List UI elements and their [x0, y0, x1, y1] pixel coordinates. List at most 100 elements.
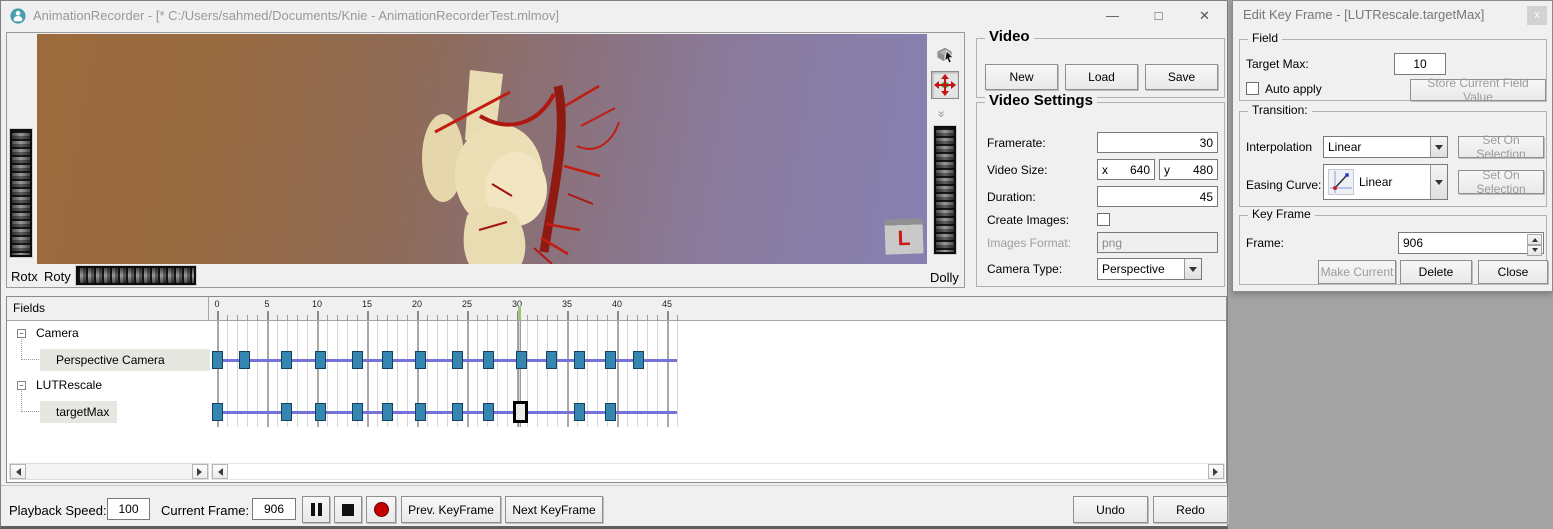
timeline-ruler[interactable]: 051015202530354045 [209, 297, 1226, 321]
framerate-input[interactable]: 30 [1097, 132, 1218, 153]
chevron-down-icon[interactable] [1184, 259, 1201, 279]
keyframe[interactable] [633, 351, 644, 369]
keyframe[interactable] [415, 351, 426, 369]
scroll-right-icon[interactable] [192, 464, 208, 479]
keyframe[interactable] [605, 403, 616, 421]
track-group-row-lutrescale[interactable]: − LUTRescale [7, 373, 1226, 399]
keyframe[interactable] [315, 403, 326, 421]
keyframe[interactable] [352, 403, 363, 421]
examine-cursor-icon [934, 44, 956, 66]
keyframe[interactable] [546, 351, 557, 369]
close-icon[interactable]: x [1527, 6, 1547, 25]
keyframe[interactable] [574, 351, 585, 369]
spin-buttons[interactable] [1527, 234, 1542, 252]
pause-button[interactable] [302, 496, 330, 523]
interpolation-dropdown[interactable]: Linear [1323, 136, 1448, 158]
close-dialog-button[interactable]: Close [1478, 260, 1548, 284]
spin-down-icon[interactable] [1527, 245, 1542, 256]
keyframe[interactable] [352, 351, 363, 369]
undo-button[interactable]: Undo [1073, 496, 1148, 523]
target-max-input[interactable]: 10 [1394, 53, 1446, 75]
left-rotation-thumbwheel[interactable] [10, 129, 32, 257]
prev-keyframe-button[interactable]: Prev. KeyFrame [401, 496, 501, 523]
track-group-row-camera[interactable]: − Camera [7, 321, 1226, 347]
keyframe[interactable] [382, 403, 393, 421]
auto-apply-checkbox[interactable] [1246, 82, 1259, 95]
ruler-label: 35 [562, 299, 572, 309]
keyframe-track[interactable] [209, 347, 1226, 373]
current-frame-input[interactable]: 906 [252, 498, 296, 520]
main-titlebar[interactable]: AnimationRecorder - [* C:/Users/sahmed/D… [1, 1, 1227, 31]
ruler-tick [527, 315, 528, 320]
camera-type-dropdown[interactable]: Perspective [1097, 258, 1202, 280]
keyframe[interactable] [315, 351, 326, 369]
make-current-button[interactable]: Make Current [1318, 260, 1396, 284]
easing-curve-dropdown[interactable]: Linear [1323, 164, 1448, 200]
duration-input[interactable]: 45 [1097, 186, 1218, 207]
set-on-selection-button[interactable]: Set On Selection [1458, 136, 1544, 158]
keyframe[interactable] [239, 351, 250, 369]
keyframe[interactable] [574, 403, 585, 421]
target-max-label: Target Max: [1246, 57, 1309, 71]
keyframe[interactable] [212, 351, 223, 369]
collapse-icon[interactable]: − [17, 329, 26, 338]
save-button[interactable]: Save [1145, 64, 1218, 90]
ruler-label: 15 [362, 299, 372, 309]
redo-button[interactable]: Redo [1153, 496, 1228, 523]
new-button[interactable]: New [985, 64, 1058, 90]
track-row-perspective-camera[interactable]: Perspective Camera [7, 347, 1226, 373]
playback-speed-label: Playback Speed: [9, 503, 107, 518]
scroll-right-icon[interactable] [1208, 464, 1224, 479]
chevron-down-icon[interactable] [1430, 137, 1447, 157]
record-button[interactable] [366, 496, 396, 523]
track-row-targetmax[interactable]: targetMax [7, 399, 1226, 425]
create-images-checkbox[interactable] [1097, 213, 1110, 226]
keyframe-selected[interactable] [513, 401, 528, 423]
keyframe[interactable] [382, 351, 393, 369]
interpolation-value: Linear [1328, 140, 1361, 154]
examine-tool-button[interactable] [931, 41, 959, 69]
keyframe[interactable] [281, 351, 292, 369]
minimize-button[interactable]: — [1090, 1, 1135, 31]
playback-speed-input[interactable]: 100 [107, 498, 150, 520]
rot-thumbwheel[interactable] [76, 266, 196, 285]
set-on-selection-button-2[interactable]: Set On Selection [1458, 170, 1544, 194]
timeline-scrollbar[interactable] [211, 463, 1225, 480]
keyframe[interactable] [483, 351, 494, 369]
keyframe-track[interactable] [209, 399, 1226, 425]
keyframe[interactable] [605, 351, 616, 369]
close-button[interactable]: ✕ [1182, 1, 1227, 31]
maximize-button[interactable]: □ [1136, 1, 1181, 31]
video-size-y-input[interactable]: y 480 [1159, 159, 1218, 180]
keyframe[interactable] [415, 403, 426, 421]
chevron-down-icon[interactable] [1430, 165, 1447, 199]
load-button[interactable]: Load [1065, 64, 1138, 90]
keyframe[interactable] [281, 403, 292, 421]
fields-scrollbar[interactable] [9, 463, 209, 480]
keyframe[interactable] [516, 351, 527, 369]
viewport-3d-view[interactable]: L [37, 34, 927, 264]
dolly-thumbwheel[interactable] [934, 126, 956, 254]
pan-tool-button[interactable] [931, 71, 959, 99]
keyframe[interactable] [483, 403, 494, 421]
scroll-left-icon[interactable] [212, 464, 228, 479]
ruler-tick [227, 315, 228, 320]
store-current-field-value-button[interactable]: Store Current Field Value [1410, 79, 1546, 101]
keyframe[interactable] [452, 403, 463, 421]
keyframe[interactable] [452, 351, 463, 369]
roty-label: Roty [44, 269, 71, 284]
spin-up-icon[interactable] [1527, 234, 1542, 245]
keyframe[interactable] [212, 403, 223, 421]
viewport-panel: L « [6, 32, 965, 288]
desktop: AnimationRecorder - [* C:/Users/sahmed/D… [0, 0, 1553, 529]
framerate-label: Framerate: [987, 136, 1046, 150]
timeline-panel: Fields 051015202530354045 − Camera Persp… [6, 296, 1227, 483]
stop-button[interactable] [334, 496, 362, 523]
delete-button[interactable]: Delete [1400, 260, 1472, 284]
more-tools-chevron-icon[interactable]: « [933, 111, 947, 118]
collapse-icon[interactable]: − [17, 381, 26, 390]
next-keyframe-button[interactable]: Next KeyFrame [505, 496, 603, 523]
scroll-left-icon[interactable] [10, 464, 26, 479]
frame-spinbox[interactable]: 906 [1398, 232, 1544, 254]
video-size-x-input[interactable]: x 640 [1097, 159, 1155, 180]
